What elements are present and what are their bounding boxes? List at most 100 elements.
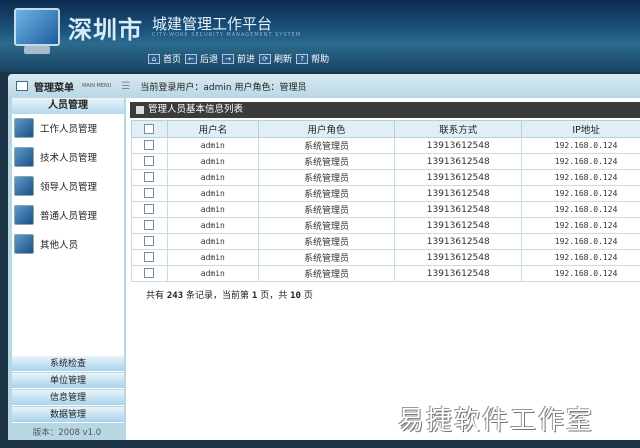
cell: admin (166, 233, 259, 250)
cell: 13913612548 (394, 249, 523, 266)
cell: 系统管理员 (257, 137, 396, 154)
nav-button-2[interactable]: → 前进 (222, 52, 255, 65)
cell: admin (166, 153, 259, 170)
menu-title-en: MAIN MENU (82, 83, 112, 89)
city-title: 深圳市 (68, 16, 143, 44)
table-row[interactable]: admin 系统管理员 13913612548 192.168.0.124 (131, 201, 640, 218)
cell: 系统管理员 (257, 233, 396, 250)
cell: 13913612548 (394, 169, 523, 186)
cell: admin (166, 201, 259, 218)
cell: 192.168.0.124 (521, 137, 640, 154)
sidebar-item[interactable]: 工作人员管理 (14, 118, 97, 138)
top-nav: ⌂ 首页 ← 后退 → 前进 ⟳ 刷新? 帮助 (148, 52, 329, 65)
nav-label: 前进 (237, 55, 256, 65)
table-row[interactable]: admin 系统管理员 13913612548 192.168.0.124 (131, 217, 640, 234)
col-username[interactable]: 用户名 (166, 120, 259, 138)
cell: 系统管理员 (257, 249, 396, 266)
sidebar-item-label: 领导人员管理 (40, 182, 98, 193)
col-ip[interactable]: IP地址 (521, 120, 640, 138)
row-checkbox[interactable] (131, 137, 168, 154)
list-title: 管理人员基本信息列表 (148, 104, 244, 115)
cell: admin (166, 169, 259, 186)
sidebar-button[interactable]: 信息管理 (12, 390, 124, 406)
table-row[interactable]: admin 系统管理员 13913612548 192.168.0.124 (131, 137, 640, 154)
nav-button-0[interactable]: ⌂ 首页 (148, 52, 181, 65)
row-checkbox[interactable] (131, 217, 168, 234)
table-row[interactable]: admin 系统管理员 13913612548 192.168.0.124 (131, 169, 640, 186)
cell: 192.168.0.124 (521, 169, 640, 186)
row-checkbox[interactable] (131, 153, 168, 170)
sidebar-item-label: 技术人员管理 (40, 153, 98, 164)
sidebar-item[interactable]: 技术人员管理 (14, 147, 97, 167)
pager-text: 共有 (146, 291, 165, 301)
table-row[interactable]: admin 系统管理员 13913612548 192.168.0.124 (131, 153, 640, 170)
total-pages: 10 (290, 291, 301, 301)
cell: admin (166, 217, 259, 234)
menu-icon (16, 81, 28, 91)
row-checkbox[interactable] (131, 169, 168, 186)
nav-label: 帮助 (311, 55, 330, 65)
nav-label: 首页 (163, 55, 182, 65)
cell: 系统管理员 (257, 153, 396, 170)
platform-title: 城建管理工作平台 (152, 15, 273, 33)
person-icon (14, 118, 34, 138)
cell: 13913612548 (394, 137, 523, 154)
sidebar-item-label: 普通人员管理 (40, 211, 98, 222)
cell: 13913612548 (394, 233, 523, 250)
main-content: 管理人员基本信息列表 用户名 用户角色 联系方式 IP地址 admin 系统管理员… (126, 98, 640, 440)
user-table: 用户名 用户角色 联系方式 IP地址 admin 系统管理员 13913612548… (131, 120, 640, 282)
row-checkbox[interactable] (131, 265, 168, 282)
cell: 192.168.0.124 (521, 185, 640, 202)
cell: 系统管理员 (257, 169, 396, 186)
row-checkbox[interactable] (131, 185, 168, 202)
sidebar-item[interactable]: 普通人员管理 (14, 205, 97, 225)
row-checkbox[interactable] (131, 201, 168, 218)
sidebar-button[interactable]: 系统检查 (12, 356, 124, 372)
pagination-info: 共有 243 条记录，当前第 1 页，共 10 页 (146, 288, 313, 301)
sidebar-item[interactable]: 领导人员管理 (14, 176, 97, 196)
monitor-stand-icon (24, 46, 50, 54)
col-role[interactable]: 用户角色 (257, 120, 396, 138)
cell: admin (166, 185, 259, 202)
row-checkbox[interactable] (131, 249, 168, 266)
cell: 13913612548 (394, 201, 523, 218)
select-all-checkbox[interactable] (131, 120, 168, 138)
cell: admin (166, 137, 259, 154)
sidebar-section-title[interactable]: 人员管理 (12, 98, 124, 114)
nav-button-4[interactable]: ? 帮助 (296, 52, 329, 65)
nav-label: 后退 (200, 55, 219, 65)
sidebar: 人员管理 工作人员管理技术人员管理 领导人员管理 普通人员管理 其他人员系统检查 单位管… (8, 98, 126, 440)
person-icon (14, 205, 34, 225)
person-icon (14, 176, 34, 196)
cell: 192.168.0.124 (521, 233, 640, 250)
header: 深圳市 城建管理工作平台 CITY-WORK SECURITY MANAGEME… (0, 0, 640, 72)
cell: admin (166, 265, 259, 282)
col-contact[interactable]: 联系方式 (394, 120, 523, 138)
monitor-logo-icon (14, 8, 60, 46)
table-row[interactable]: admin 系统管理员 13913612548 192.168.0.124 (131, 265, 640, 282)
list-title-bar: 管理人员基本信息列表 (130, 102, 640, 118)
watermark: 易捷软件工作室 (398, 406, 595, 436)
row-checkbox[interactable] (131, 233, 168, 250)
nav-button-3[interactable]: ⟳ 刷新 (259, 52, 292, 65)
table-row[interactable]: admin 系统管理员 13913612548 192.168.0.124 (131, 249, 640, 266)
person-icon (14, 147, 34, 167)
cell: 13913612548 (394, 185, 523, 202)
sidebar-item-label: 其他人员 (40, 240, 79, 251)
current-page: 1 (251, 291, 258, 301)
pager-text: 条记录，当前第 (186, 291, 250, 301)
nav-button-1[interactable]: ← 后退 (185, 52, 218, 65)
cell: 192.168.0.124 (521, 217, 640, 234)
sidebar-item[interactable]: 其他人员 (14, 234, 78, 254)
cell: 系统管理员 (257, 217, 396, 234)
cell: 系统管理员 (257, 185, 396, 202)
table-row[interactable]: admin 系统管理员 13913612548 192.168.0.124 (131, 233, 640, 250)
cell: 13913612548 (394, 265, 523, 282)
sidebar-button[interactable]: 单位管理 (12, 373, 124, 389)
table-row[interactable]: admin 系统管理员 13913612548 192.168.0.124 (131, 185, 640, 202)
forward-icon: → (222, 53, 235, 64)
list-icon (136, 106, 144, 114)
login-info: 当前登录用户：admin 用户角色：管理员 (140, 82, 307, 93)
sidebar-button[interactable]: 数据管理 (12, 407, 124, 423)
pager-text: 页 (303, 291, 313, 301)
